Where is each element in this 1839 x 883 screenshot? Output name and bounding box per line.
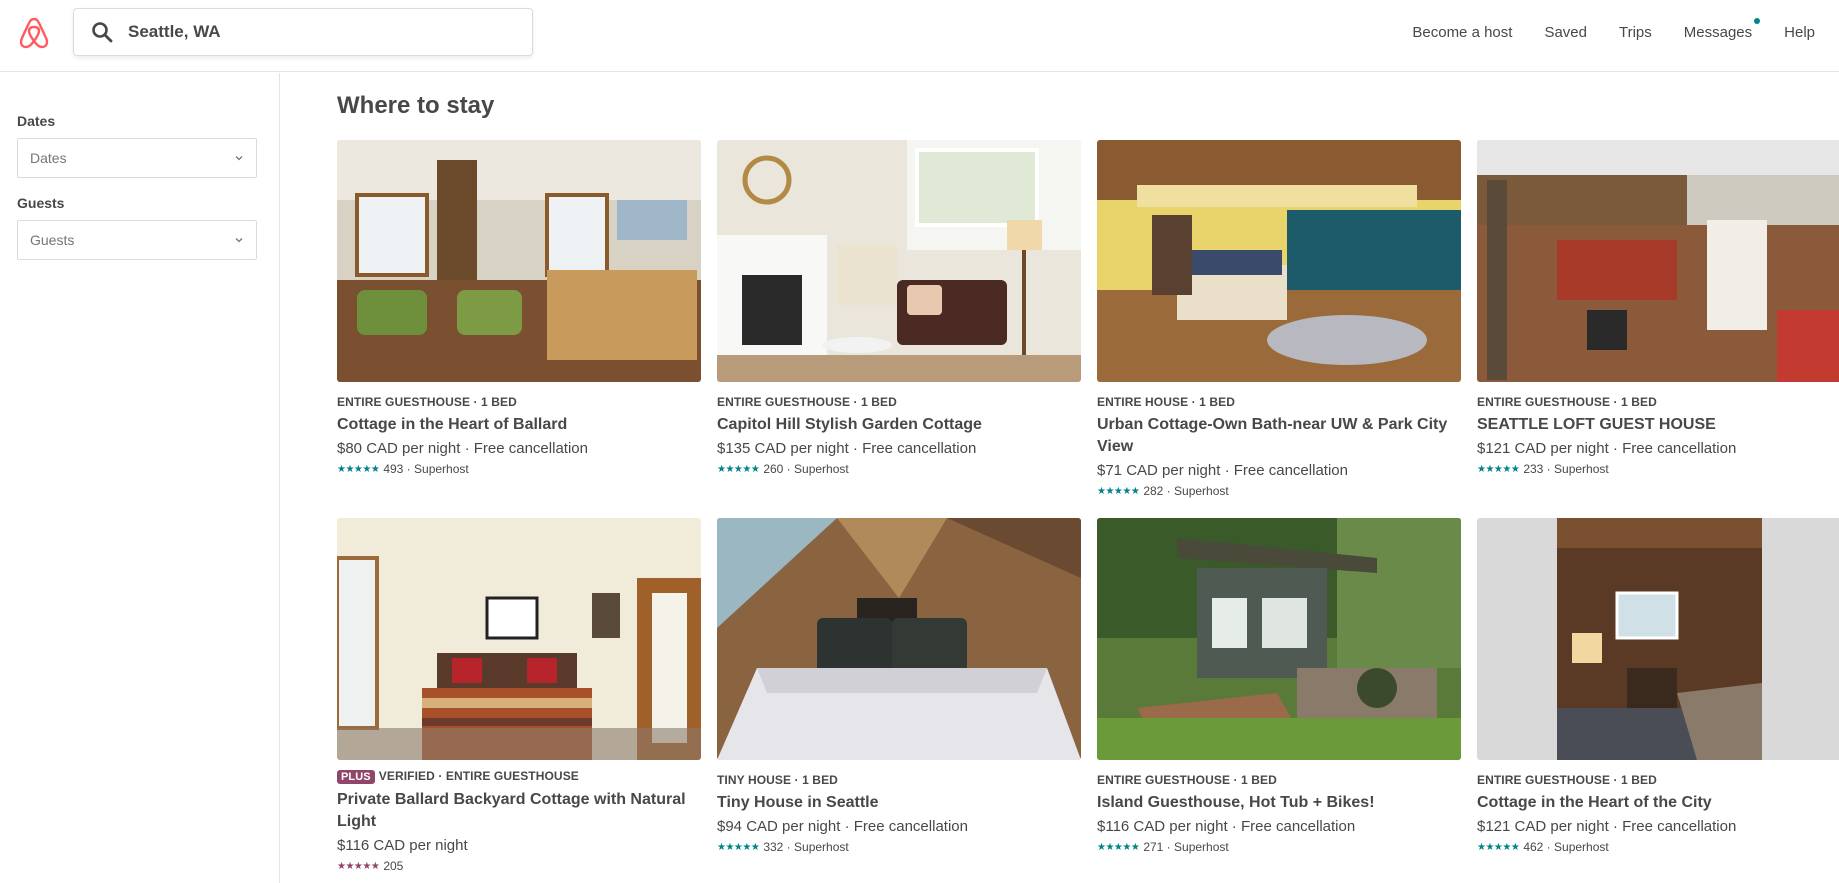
star-rating-icon: ★★★★★ — [337, 463, 380, 475]
listing-type: ENTIRE GUESTHOUSE · 1 BED — [337, 395, 517, 409]
listing-title[interactable]: Tiny House in Seattle — [717, 792, 1081, 814]
dates-select-value: Dates — [30, 150, 67, 166]
listing-rating: ★★★★★ 205 — [337, 859, 701, 873]
search-icon — [92, 22, 113, 43]
chevron-down-icon — [235, 156, 243, 161]
search-bar[interactable]: Seattle, WA — [73, 8, 533, 56]
review-count: 493 · Superhost — [383, 462, 469, 476]
listing-price: $135 CAD per night · Free cancellation — [717, 440, 977, 457]
listing-price: $71 CAD per night · Free cancellation — [1097, 462, 1348, 479]
listing-card[interactable]: ENTIRE GUESTHOUSE · 1 BED Island Guestho… — [1097, 518, 1461, 854]
listing-price: $116 CAD per night — [337, 837, 468, 854]
guests-label: Guests — [17, 195, 65, 211]
star-rating-icon: ★★★★★ — [1477, 841, 1520, 853]
listing-type: ENTIRE GUESTHOUSE · 1 BED — [1477, 773, 1657, 787]
listing-type: ENTIRE HOUSE · 1 BED — [1097, 395, 1236, 409]
dates-select[interactable]: Dates — [17, 138, 257, 178]
listing-title[interactable]: Island Guesthouse, Hot Tub + Bikes! — [1097, 792, 1461, 814]
review-count: 260 · Superhost — [763, 462, 849, 476]
listing-price: $121 CAD per night · Free cancellation — [1477, 818, 1737, 835]
nav-messages-label: Messages — [1683, 23, 1753, 41]
listing-price: $121 CAD per night · Free cancellation — [1477, 440, 1737, 457]
listing-price: $116 CAD per night · Free cancellation — [1097, 818, 1356, 835]
notification-dot-icon — [1754, 17, 1761, 24]
listing-photo[interactable] — [1477, 140, 1839, 382]
nav-trips[interactable]: Trips — [1603, 24, 1668, 41]
review-count: 205 — [383, 859, 404, 873]
listing-type: ENTIRE GUESTHOUSE · 1 BED — [717, 395, 897, 409]
dates-label: Dates — [17, 113, 56, 129]
listing-type: PLUS VERIFIED · ENTIRE GUESTHOUSE — [337, 769, 701, 784]
listing-card[interactable]: ENTIRE GUESTHOUSE · 1 BED Cottage in the… — [337, 140, 701, 476]
listing-photo[interactable] — [717, 140, 1081, 382]
review-count: 271 · Superhost — [1143, 840, 1229, 854]
review-count: 462 · Superhost — [1523, 840, 1609, 854]
star-rating-icon: ★★★★★ — [1097, 485, 1140, 497]
nav-become-host[interactable]: Become a host — [1396, 24, 1528, 41]
star-rating-icon: ★★★★★ — [1477, 463, 1520, 475]
listing-rating: ★★★★★ 271 · Superhost — [1097, 840, 1461, 854]
page-title: Where to stay — [337, 92, 495, 119]
listing-price: $80 CAD per night · Free cancellation — [337, 440, 588, 457]
listing-card[interactable]: TINY HOUSE · 1 BED Tiny House in Seattle… — [717, 518, 1081, 854]
listing-rating: ★★★★★ 332 · Superhost — [717, 840, 1081, 854]
listing-price: $94 CAD per night · Free cancellation — [717, 818, 968, 835]
listing-card[interactable]: ENTIRE GUESTHOUSE · 1 BED Capitol Hill S… — [717, 140, 1081, 476]
listing-type: ENTIRE GUESTHOUSE · 1 BED — [1097, 773, 1277, 787]
listing-photo[interactable] — [1097, 518, 1461, 760]
listing-title[interactable]: Capitol Hill Stylish Garden Cottage — [717, 414, 1081, 436]
review-count: 332 · Superhost — [763, 840, 849, 854]
nav-saved[interactable]: Saved — [1528, 24, 1603, 41]
listing-photo[interactable] — [337, 140, 701, 382]
nav-messages[interactable]: Messages — [1668, 17, 1768, 41]
listing-title[interactable]: Private Ballard Backyard Cottage with Na… — [337, 789, 701, 833]
nav-help[interactable]: Help — [1768, 24, 1839, 41]
listing-photo[interactable] — [1097, 140, 1461, 382]
listing-rating: ★★★★★ 462 · Superhost — [1477, 840, 1839, 854]
filter-sidebar: Dates Dates Guests Guests — [0, 73, 280, 883]
star-rating-icon: ★★★★★ — [337, 860, 380, 872]
chevron-down-icon — [235, 238, 243, 243]
listing-title[interactable]: Urban Cottage-Own Bath-near UW & Park Ci… — [1097, 414, 1461, 458]
listing-title[interactable]: Cottage in the Heart of Ballard — [337, 414, 701, 436]
listing-rating: ★★★★★ 233 · Superhost — [1477, 462, 1839, 476]
search-input[interactable]: Seattle, WA — [128, 22, 221, 42]
listing-rating: ★★★★★ 282 · Superhost — [1097, 484, 1461, 498]
listing-type-text: VERIFIED · ENTIRE GUESTHOUSE — [378, 769, 579, 783]
listing-photo[interactable] — [337, 518, 701, 760]
listing-type: TINY HOUSE · 1 BED — [717, 773, 838, 787]
listing-type: ENTIRE GUESTHOUSE · 1 BED — [1477, 395, 1657, 409]
guests-select[interactable]: Guests — [17, 220, 257, 260]
star-rating-icon: ★★★★★ — [717, 463, 760, 475]
top-header: Seattle, WA Become a host Saved Trips Me… — [0, 0, 1839, 72]
review-count: 282 · Superhost — [1143, 484, 1229, 498]
top-nav: Become a host Saved Trips Messages Help — [1396, 0, 1839, 64]
listing-card[interactable]: ENTIRE GUESTHOUSE · 1 BED Cottage in the… — [1477, 518, 1839, 854]
review-count: 233 · Superhost — [1523, 462, 1609, 476]
guests-select-value: Guests — [30, 232, 75, 248]
plus-badge: PLUS — [337, 770, 375, 784]
listing-photo[interactable] — [717, 518, 1081, 760]
listing-title[interactable]: Cottage in the Heart of the City — [1477, 792, 1839, 814]
listing-card[interactable]: ENTIRE GUESTHOUSE · 1 BED SEATTLE LOFT G… — [1477, 140, 1839, 476]
star-rating-icon: ★★★★★ — [1097, 841, 1140, 853]
listing-card[interactable]: PLUS VERIFIED · ENTIRE GUESTHOUSE Private… — [337, 518, 701, 873]
listing-rating: ★★★★★ 260 · Superhost — [717, 462, 1081, 476]
listing-title[interactable]: SEATTLE LOFT GUEST HOUSE — [1477, 414, 1839, 436]
listing-card[interactable]: ENTIRE HOUSE · 1 BED Urban Cottage-Own B… — [1097, 140, 1461, 498]
star-rating-icon: ★★★★★ — [717, 841, 760, 853]
listing-rating: ★★★★★ 493 · Superhost — [337, 462, 701, 476]
airbnb-logo-icon[interactable] — [18, 16, 50, 50]
listing-photo[interactable] — [1477, 518, 1839, 760]
